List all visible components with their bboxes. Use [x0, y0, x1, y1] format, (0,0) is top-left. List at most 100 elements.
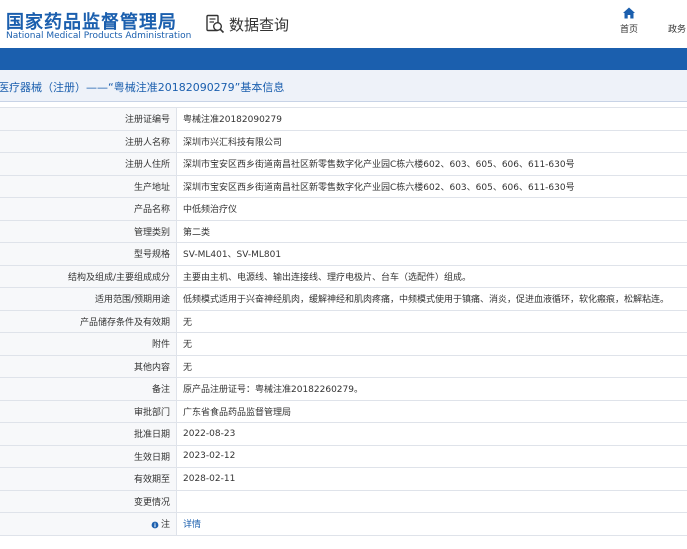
device-info-table: 注册证编号 粤械注准20182090279 注册人名称 深圳市兴汇科技有限公司 注册人住…	[0, 107, 687, 536]
table-row: 其他内容 无	[0, 354, 687, 378]
table-row: 审批部门 广东省食品药品监督管理局	[0, 399, 687, 423]
table-row: 有效期至 2028-02-11	[0, 467, 687, 491]
row-label-text: 有效期至	[133, 475, 170, 486]
row-value: 深圳市宝安区西乡街道南昌社区新零售数字化产业园C栋六楼602、603、605、6…	[176, 174, 687, 198]
row-label: 审批部门	[0, 399, 177, 423]
row-label-text: 其他内容	[133, 362, 170, 373]
row-value-text: 2028-02-11	[183, 473, 236, 484]
table-row: 型号规格 SV-ML401、SV-ML801	[0, 242, 687, 266]
row-label: 生产地址	[0, 174, 177, 198]
row-label: 注册证编号	[0, 107, 177, 131]
row-value: 无	[176, 354, 687, 378]
row-label: 注册人名称	[0, 129, 177, 153]
row-value-text: 无	[183, 340, 193, 351]
details-link[interactable]: 详情	[183, 520, 201, 530]
row-value-text: 深圳市宝安区西乡街道南昌社区新零售数字化产业园C栋六楼602、603、605、6…	[183, 182, 575, 193]
row-value: 详情	[176, 512, 687, 536]
row-label-text: 生产地址	[133, 182, 170, 193]
row-value-text: 深圳市宝安区西乡街道南昌社区新零售数字化产业园C栋六楼602、603、605、6…	[183, 160, 575, 171]
row-value-text: 2022-08-23	[183, 428, 236, 439]
row-label: 有效期至	[0, 467, 177, 491]
row-value-text: 2023-02-12	[183, 451, 236, 462]
data-query-label: 数据查询	[229, 15, 290, 34]
page-title: 医疗器械（注册）——“粤械注准20182090279”基本信息	[0, 81, 285, 94]
row-value-text: 中低频治疗仪	[183, 205, 238, 216]
table-row: 注册人住所 深圳市宝安区西乡街道南昌社区新零售数字化产业园C栋六楼602、603、…	[0, 152, 687, 176]
row-value: 中低频治疗仪	[176, 197, 687, 221]
row-label: 型号规格	[0, 242, 177, 266]
row-label-text: 附件	[151, 340, 170, 351]
nav-home[interactable]: 首页	[612, 6, 646, 35]
table-row: 结构及组成/主要组成成分 主要由主机、电源线、输出连接线、理疗电极片、台车（选配件…	[0, 264, 687, 288]
row-label: 产品名称	[0, 197, 177, 221]
row-value: 主要由主机、电源线、输出连接线、理疗电极片、台车（选配件）组成。	[176, 264, 687, 288]
header-blue-bar	[0, 48, 687, 70]
row-label-text: 产品名称	[133, 205, 170, 216]
row-value: 无	[176, 332, 687, 356]
row-label-text: 审批部门	[133, 407, 170, 418]
row-value-text: 低频模式适用于兴奋神经肌肉，缓解神经和肌肉疼痛，中频模式使用于镇痛、消炎，促进血…	[183, 295, 670, 306]
row-value	[176, 489, 687, 513]
nav-government[interactable]: 政务	[660, 6, 687, 35]
row-value: 2028-02-11	[176, 467, 687, 491]
nav-government-label: 政务	[667, 25, 686, 35]
row-label: 注册人住所	[0, 152, 177, 176]
table-row: 注 详情	[0, 512, 687, 536]
table-row: 变更情况	[0, 489, 687, 513]
note-icon	[151, 521, 159, 529]
row-value-text: 无	[183, 317, 193, 328]
row-label-text: 型号规格	[133, 250, 170, 261]
row-label: 结构及组成/主要组成成分	[0, 264, 177, 288]
row-label-text: 注册人名称	[124, 137, 170, 148]
row-label-text: 生效日期	[133, 452, 170, 463]
row-value: 第二类	[176, 219, 687, 243]
row-label-text: 管理类别	[133, 227, 170, 238]
row-label-text: 产品储存条件及有效期	[79, 317, 170, 328]
row-label-text: 批准日期	[133, 430, 170, 441]
table-row: 注册证编号 粤械注准20182090279	[0, 107, 687, 131]
row-label: 适用范围/预期用途	[0, 287, 177, 311]
table-row: 管理类别 第二类	[0, 219, 687, 243]
site-header: 国家药品监督管理局 National Medical Products Admi…	[0, 0, 687, 48]
row-value: SV-ML401、SV-ML801	[176, 242, 687, 266]
row-label: 变更情况	[0, 489, 177, 513]
data-query-icon	[206, 14, 225, 34]
row-label: 管理类别	[0, 219, 177, 243]
row-value: 原产品注册证号：粤械注准20182260279。	[176, 377, 687, 401]
table-row: 产品储存条件及有效期 无	[0, 309, 687, 333]
row-value: 2022-08-23	[176, 422, 687, 446]
row-value-text: 第二类	[183, 227, 211, 238]
site-logo-english[interactable]: National Medical Products Administration	[6, 31, 191, 41]
row-label-text: 注	[160, 520, 170, 531]
row-value: 低频模式适用于兴奋神经肌肉，缓解神经和肌肉疼痛，中频模式使用于镇痛、消炎，促进血…	[176, 287, 687, 311]
row-value-text: 广东省食品药品监督管理局	[183, 407, 292, 418]
table-row: 注册人名称 深圳市兴汇科技有限公司	[0, 129, 687, 153]
table-row: 批准日期 2022-08-23	[0, 422, 687, 446]
row-label: 注	[0, 512, 177, 536]
table-row: 生效日期 2023-02-12	[0, 444, 687, 468]
table-row: 附件 无	[0, 332, 687, 356]
table-row: 产品名称 中低频治疗仪	[0, 197, 687, 221]
table-row: 生产地址 深圳市宝安区西乡街道南昌社区新零售数字化产业园C栋六楼602、603、6…	[0, 174, 687, 198]
row-label-text: 注册证编号	[124, 115, 170, 126]
row-label-text: 变更情况	[133, 497, 170, 508]
row-value: 2023-02-12	[176, 444, 687, 468]
row-value: 深圳市兴汇科技有限公司	[176, 129, 687, 153]
row-label: 附件	[0, 332, 177, 356]
row-label-text: 适用范围/预期用途	[94, 295, 170, 306]
home-icon	[623, 7, 635, 19]
row-label: 备注	[0, 377, 177, 401]
row-label: 批准日期	[0, 422, 177, 446]
row-label-text: 备注	[151, 385, 170, 396]
row-value: 无	[176, 309, 687, 333]
row-value-text: 主要由主机、电源线、输出连接线、理疗电极片、台车（选配件）组成。	[183, 272, 472, 283]
nav-home-label: 首页	[619, 25, 638, 35]
data-query-header[interactable]: 数据查询	[205, 13, 289, 35]
row-label: 产品储存条件及有效期	[0, 309, 177, 333]
row-value: 广东省食品药品监督管理局	[176, 399, 687, 423]
row-label: 其他内容	[0, 354, 177, 378]
row-value-text: 粤械注准20182090279	[183, 115, 282, 126]
row-value-text: 深圳市兴汇科技有限公司	[183, 137, 283, 148]
table-row: 备注 原产品注册证号：粤械注准20182260279。	[0, 377, 687, 401]
table-row: 适用范围/预期用途 低频模式适用于兴奋神经肌肉，缓解神经和肌肉疼痛，中频模式使用于…	[0, 287, 687, 311]
